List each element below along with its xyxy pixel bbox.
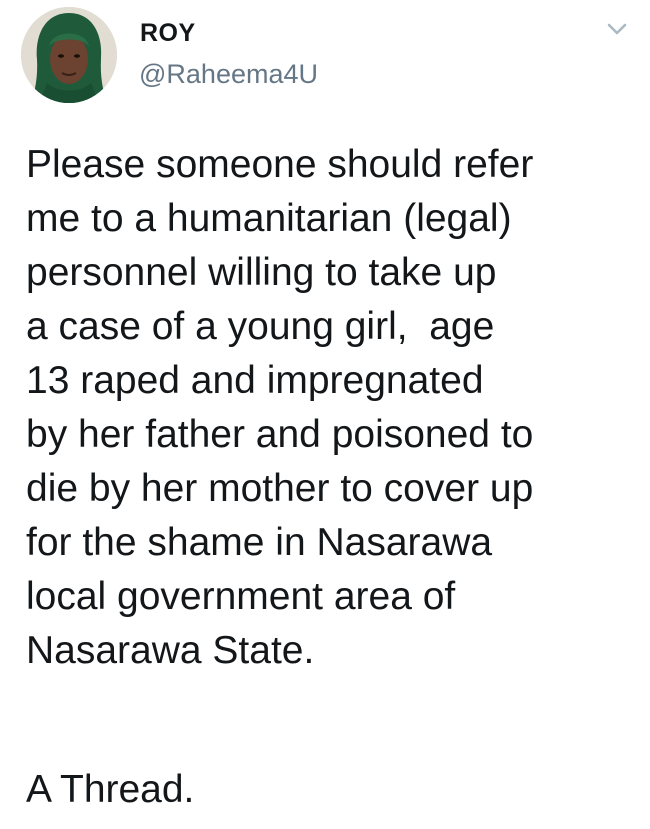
tweet-text-line: for the shame in Nasarawa [26,521,493,564]
tweet-text-line: 13 raped and impregnated [26,359,484,402]
author-display-name[interactable]: ROY [140,18,196,48]
tweet-text: Please someone should refer me to a huma… [26,138,641,678]
tweet-text-line: by her father and poisoned to [26,413,534,456]
tweet-text-line: personnel willing to take up [26,251,497,294]
tweet-text-line: Nasarawa State. [26,629,315,672]
chevron-down-icon [607,23,627,35]
tweet-text-line: local government area of [26,575,456,618]
tweet-card: ROY @Raheema4U Please someone should ref… [0,0,650,829]
tweet-text-line: Please someone should refer [26,143,534,186]
tweet-menu-button[interactable] [604,18,630,40]
tweet-text-line: die by her mother to cover up [26,467,534,510]
thread-label: A Thread. [26,768,195,811]
avatar-portrait [21,7,117,103]
author-avatar[interactable] [21,7,117,103]
tweet-text-line: me to a humanitarian (legal) [26,197,512,240]
author-handle[interactable]: @Raheema4U [139,58,318,90]
tweet-text-line: a case of a young girl, age [26,305,495,348]
